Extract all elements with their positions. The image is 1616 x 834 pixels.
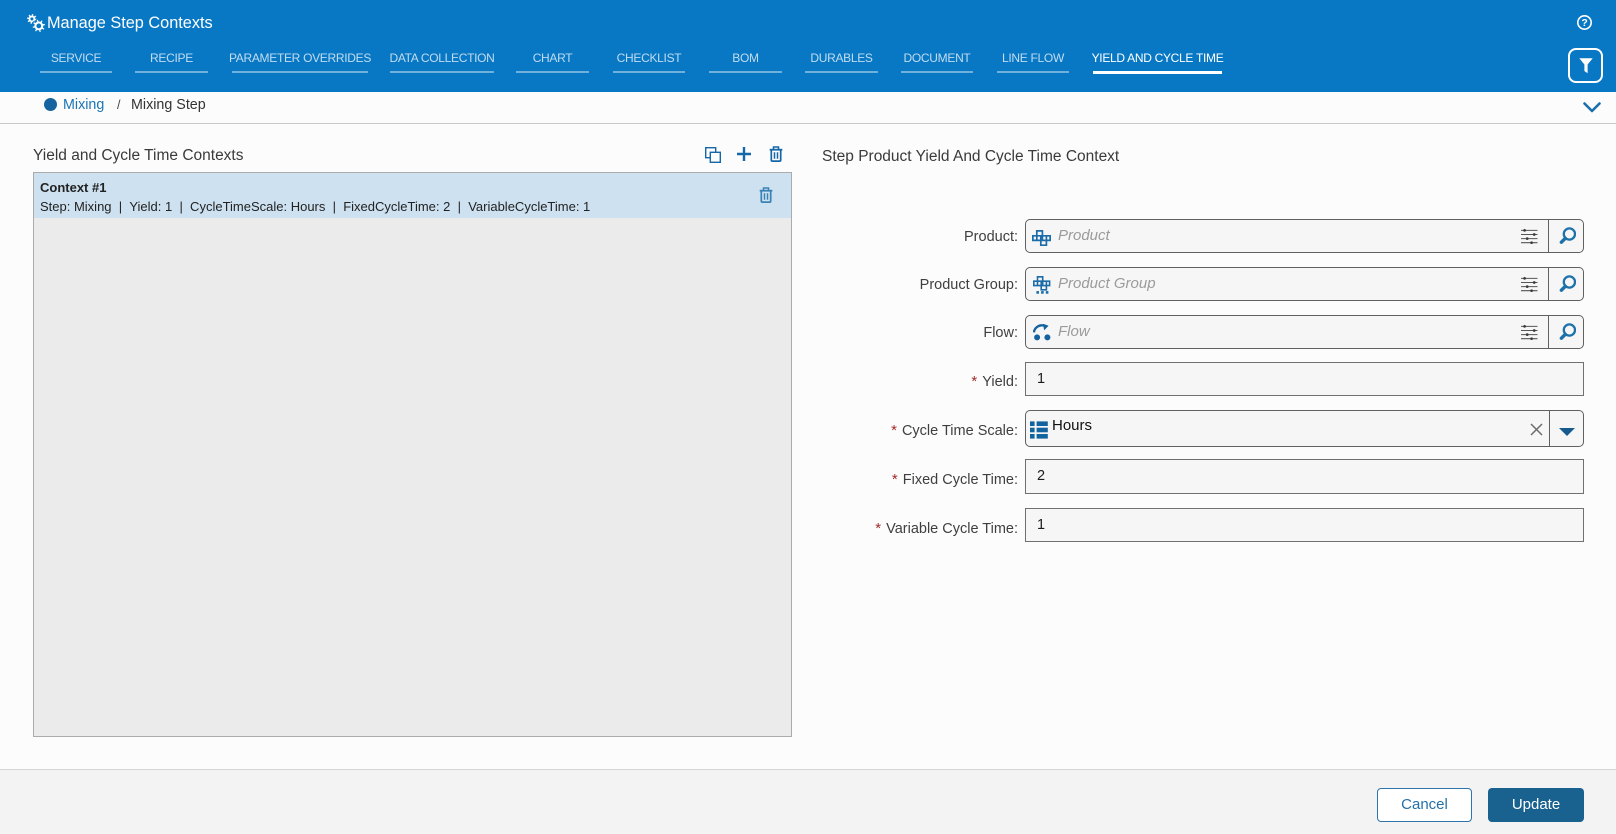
svg-text:?: ?: [1581, 17, 1587, 29]
